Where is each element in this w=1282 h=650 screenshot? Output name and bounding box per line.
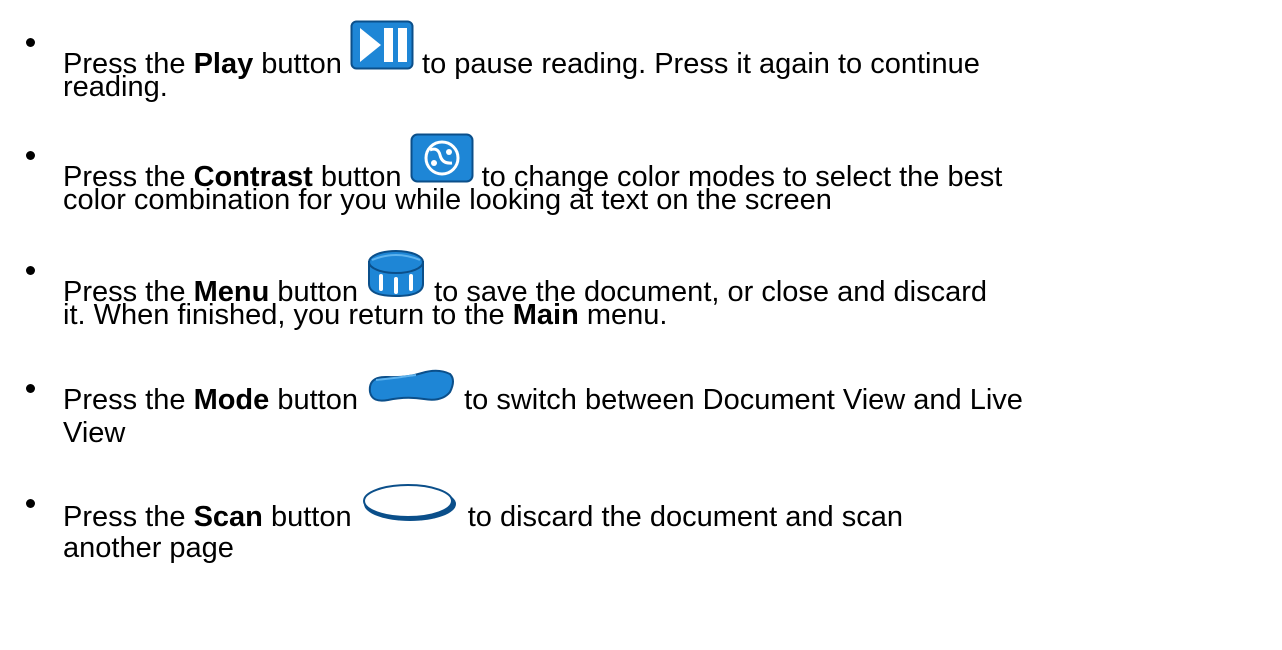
item-line-2: View xyxy=(63,416,125,450)
bullet xyxy=(26,38,35,47)
play-pause-icon xyxy=(350,20,414,70)
item-text-post: to discard the document and scan xyxy=(459,501,903,533)
menu-knob-icon xyxy=(366,248,426,298)
bullet xyxy=(26,499,35,508)
item-text-post: to pause reading. Press it again to cont… xyxy=(413,48,980,80)
item-text-line2: it. When finished, you return to the xyxy=(63,299,513,331)
item-text-line2: reading. xyxy=(63,71,168,103)
item-text-pre: Press the xyxy=(63,384,194,416)
item-line-2: it. When finished, you return to the Mai… xyxy=(63,298,667,332)
item-line-2: another page xyxy=(63,531,234,565)
item-text-line2-end: menu. xyxy=(578,299,668,331)
item-line-2: color combination for you while looking … xyxy=(63,183,832,217)
item-line-1: Press the Play button to pause reading. … xyxy=(63,20,980,80)
item-text-mid: button xyxy=(269,384,367,416)
item-line-2: reading. xyxy=(63,70,168,104)
item-line-1: Press the Menu button to save the docume… xyxy=(63,250,987,308)
menu-name-main: Main xyxy=(512,299,579,331)
mode-button-icon xyxy=(366,366,456,406)
bullet xyxy=(26,384,35,393)
button-name-play: Play xyxy=(193,48,254,80)
item-text-mid: button xyxy=(262,501,360,533)
item-text-pre: Press the xyxy=(63,501,194,533)
item-text-line2: color combination for you while looking … xyxy=(63,184,832,216)
item-text-mid: button xyxy=(253,48,350,80)
bullet xyxy=(26,266,35,275)
bullet xyxy=(26,151,35,160)
item-text-post: to switch between Document View and Live xyxy=(456,384,1023,416)
item-line-1: Press the Scan button to discard the doc… xyxy=(63,484,903,533)
item-line-1: Press the Contrast button to change colo… xyxy=(63,133,1002,193)
item-text-line2: View xyxy=(63,417,126,449)
button-name-scan: Scan xyxy=(193,501,263,533)
scan-button-icon xyxy=(360,481,460,523)
item-line-1: Press the Mode button to switch between … xyxy=(63,366,1023,416)
item-text-line2: another page xyxy=(63,532,234,564)
contrast-icon xyxy=(410,133,474,183)
button-name-mode: Mode xyxy=(193,384,270,416)
